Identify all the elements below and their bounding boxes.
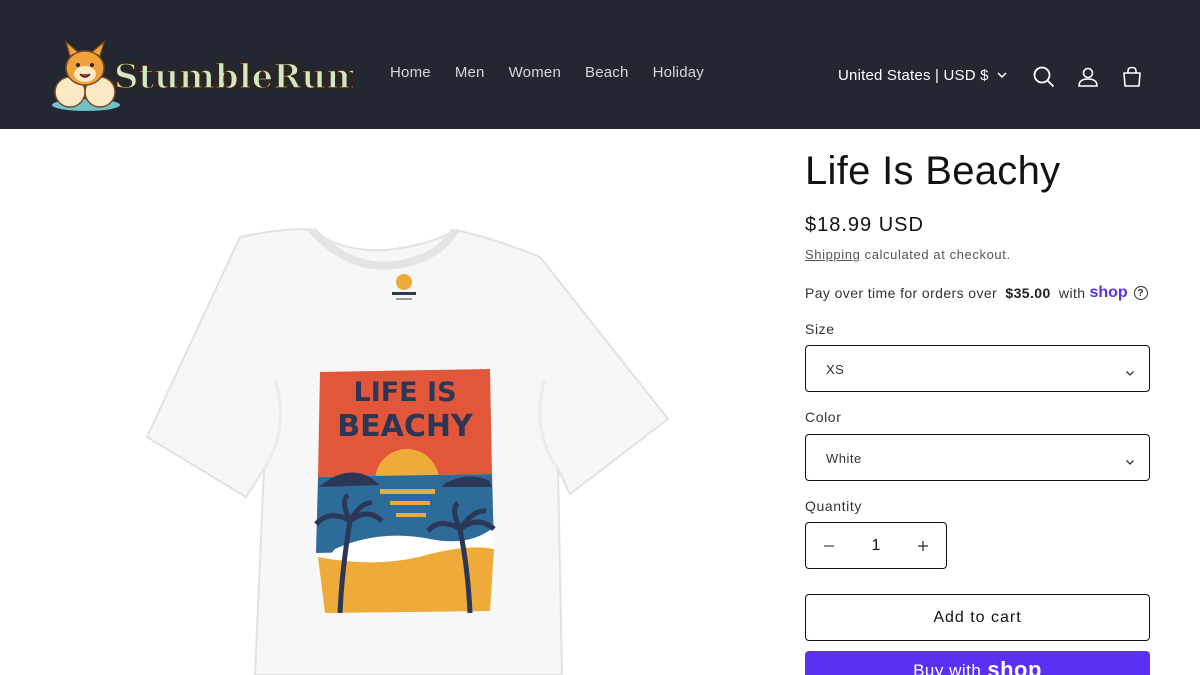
shipping-link[interactable]: Shipping [805,247,860,262]
nav-item-women[interactable]: Women [497,64,573,81]
chevron-down-icon [1125,365,1135,376]
nav-item-men[interactable]: Men [443,64,497,81]
brand-wordmark: StumbleRump [114,57,353,97]
nav-item-holiday[interactable]: Holiday [641,64,716,81]
minus-icon [824,544,834,547]
main-nav: Home Men Women Beach Holiday [378,64,716,81]
shirt-print-line1: LIFE IS [353,377,456,408]
product-title: Life Is Beachy [805,149,1061,193]
shop-pay-logo: shop [1089,284,1128,301]
quantity-input[interactable]: 1 [872,537,881,555]
shipping-note: Shipping calculated at checkout. [805,247,1011,262]
chevron-down-icon [1125,454,1135,465]
size-value: XS [826,362,845,377]
add-to-cart-button[interactable]: Add to cart [805,594,1150,641]
nav-item-beach[interactable]: Beach [573,64,641,81]
product-price: $18.99 USD [805,214,924,236]
pay-over-prefix: Pay over time for orders over [805,285,1002,301]
locale-label: United States | USD $ [838,67,989,84]
brand-logo[interactable]: StumbleRump [48,40,387,114]
site-header: StumbleRump Home Men Women Beach Holiday… [0,0,1200,129]
pay-over-suffix: with [1054,285,1086,301]
quantity-stepper: 1 [805,522,947,569]
increase-quantity-button[interactable] [900,523,946,568]
chevron-down-icon [997,67,1007,84]
buy-now-label: Buy with [913,661,982,675]
shirt-print-line2: BEACHY [337,409,474,444]
plus-icon [918,540,928,551]
nav-item-home[interactable]: Home [378,64,443,81]
buy-with-shop-button[interactable]: Buy with shop [805,651,1150,675]
pay-over-amount: $35.00 [1005,285,1051,301]
help-circle-icon[interactable]: ? [1133,286,1148,300]
country-currency-selector[interactable]: United States | USD $ [838,67,1007,84]
account-icon[interactable] [1075,64,1101,90]
shop-pay-logo: shop [987,657,1042,675]
installments-banner: Pay over time for orders over $35.00 wit… [805,284,1148,302]
size-label: Size [805,321,835,337]
color-select[interactable]: White [805,434,1150,481]
search-icon[interactable] [1031,64,1057,90]
color-value: White [826,451,862,466]
quantity-label: Quantity [805,498,862,514]
decrease-quantity-button[interactable] [806,523,852,568]
cart-icon[interactable] [1119,64,1145,90]
size-select[interactable]: XS [805,345,1150,392]
color-label: Color [805,409,842,425]
product-image[interactable]: LIFE IS BEACHY [50,129,770,675]
shipping-text: calculated at checkout. [860,247,1011,262]
